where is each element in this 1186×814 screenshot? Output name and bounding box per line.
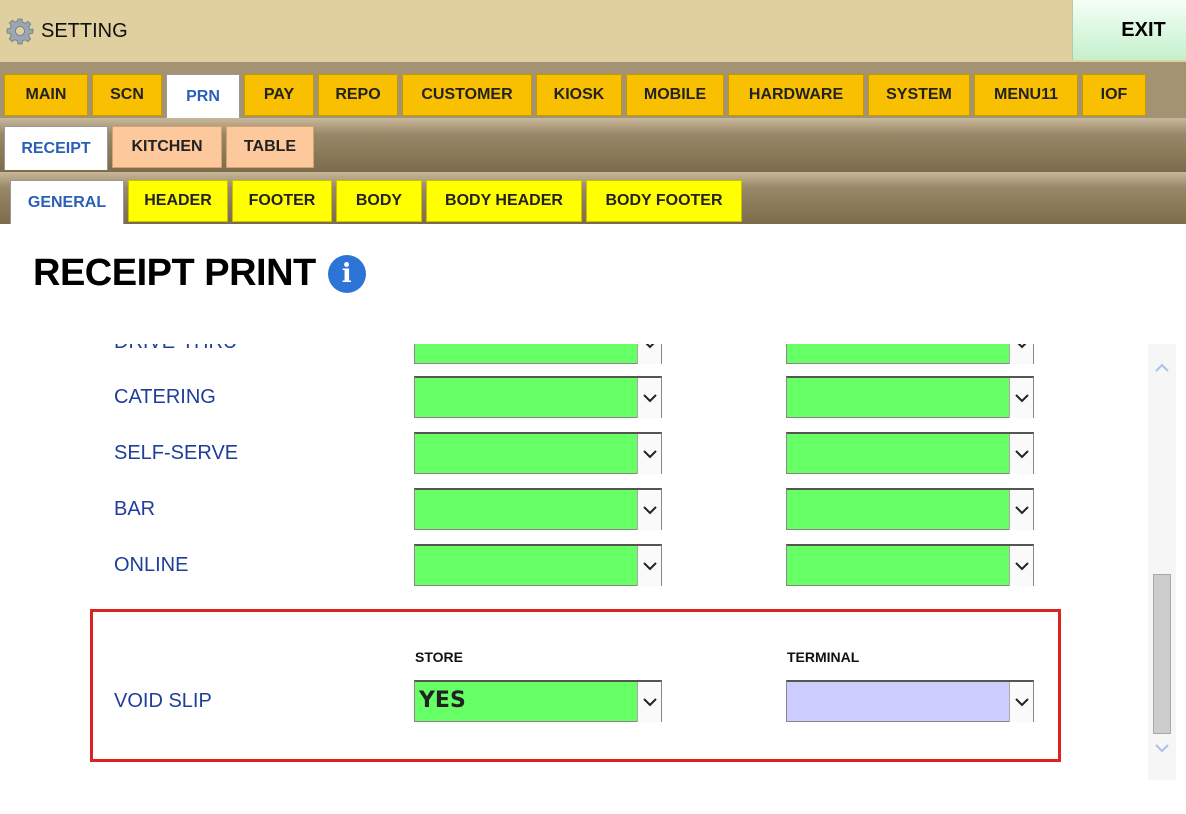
- info-icon[interactable]: i: [327, 254, 366, 293]
- row-label-catering: CATERING: [114, 386, 216, 408]
- page-heading: RECEIPT PRINT i: [33, 252, 366, 295]
- drive-thru-store-dropdown[interactable]: [414, 344, 662, 364]
- tab-customer[interactable]: CUSTOMER: [402, 74, 532, 116]
- exit-button[interactable]: EXIT: [1072, 0, 1186, 60]
- row-label-bar: BAR: [114, 498, 156, 520]
- section-tab-bar: GENERAL HEADER FOOTER BODY BODY HEADER B…: [0, 172, 1186, 224]
- terminal-column-header: TERMINAL: [787, 649, 860, 665]
- row-label-drive-thru: DRIVE-THRU: [114, 344, 237, 354]
- void-slip-store-dropdown[interactable]: YES: [414, 680, 662, 722]
- tab-table[interactable]: TABLE: [226, 126, 314, 168]
- chevron-down-icon[interactable]: [1148, 738, 1176, 758]
- settings-list: DRIVE-THRU CATERING SELF-SERVE: [0, 344, 1140, 798]
- tab-body[interactable]: BODY: [336, 180, 422, 222]
- tab-mobile[interactable]: MOBILE: [626, 74, 724, 116]
- chevron-down-icon: [1009, 344, 1033, 364]
- tab-scn[interactable]: SCN: [92, 74, 162, 116]
- drive-thru-terminal-dropdown[interactable]: [786, 344, 1034, 364]
- void-slip-terminal-dropdown[interactable]: [786, 680, 1034, 722]
- chevron-down-icon: [637, 378, 661, 418]
- tab-system[interactable]: SYSTEM: [868, 74, 970, 116]
- tab-kiosk[interactable]: KIOSK: [536, 74, 622, 116]
- tab-header[interactable]: HEADER: [128, 180, 228, 222]
- chevron-down-icon: [1009, 378, 1033, 418]
- tab-receipt[interactable]: RECEIPT: [4, 126, 108, 170]
- tab-repo[interactable]: REPO: [318, 74, 398, 116]
- sub-tab-bar: RECEIPT KITCHEN TABLE: [0, 118, 1186, 172]
- title-bar: SETTING EXIT: [0, 0, 1186, 62]
- chevron-down-icon: [1009, 546, 1033, 586]
- page-title: RECEIPT PRINT: [33, 252, 316, 294]
- chevron-down-icon: [1009, 434, 1033, 474]
- bar-store-dropdown[interactable]: [414, 488, 662, 530]
- bar-terminal-dropdown[interactable]: [786, 488, 1034, 530]
- chevron-down-icon: [637, 546, 661, 586]
- tab-footer[interactable]: FOOTER: [232, 180, 332, 222]
- tab-kitchen[interactable]: KITCHEN: [112, 126, 222, 168]
- catering-store-dropdown[interactable]: [414, 376, 662, 418]
- window-title: SETTING: [41, 19, 128, 42]
- chevron-down-icon: [1009, 682, 1033, 722]
- row-label-void-slip: VOID SLIP: [114, 690, 212, 712]
- content-area: RECEIPT PRINT i DRIVE-THRU CATERING SELF…: [0, 224, 1186, 814]
- catering-terminal-dropdown[interactable]: [786, 376, 1034, 418]
- main-tab-bar: MAIN SCN PRN PAY REPO CUSTOMER KIOSK MOB…: [0, 62, 1186, 118]
- self-serve-store-dropdown[interactable]: [414, 432, 662, 474]
- tab-prn[interactable]: PRN: [166, 74, 240, 118]
- tab-iof[interactable]: IOF: [1082, 74, 1146, 116]
- tab-body-footer[interactable]: BODY FOOTER: [586, 180, 742, 222]
- tab-main[interactable]: MAIN: [4, 74, 88, 116]
- store-column-header: STORE: [415, 649, 463, 665]
- tab-body-header[interactable]: BODY HEADER: [426, 180, 582, 222]
- chevron-down-icon: [637, 434, 661, 474]
- online-store-dropdown[interactable]: [414, 544, 662, 586]
- chevron-down-icon: [637, 490, 661, 530]
- chevron-down-icon: [1009, 490, 1033, 530]
- tab-general[interactable]: GENERAL: [10, 180, 124, 224]
- void-slip-store-value: YES: [419, 688, 466, 713]
- self-serve-terminal-dropdown[interactable]: [786, 432, 1034, 474]
- tab-menu11[interactable]: MENU11: [974, 74, 1078, 116]
- online-terminal-dropdown[interactable]: [786, 544, 1034, 586]
- scrollbar-thumb[interactable]: [1153, 574, 1171, 734]
- row-label-self-serve: SELF-SERVE: [114, 442, 239, 464]
- vertical-scrollbar[interactable]: [1148, 344, 1176, 780]
- gear-icon: [6, 18, 34, 45]
- chevron-up-icon[interactable]: [1148, 358, 1176, 378]
- app-title: SETTING: [6, 16, 128, 46]
- row-label-online: ONLINE: [114, 554, 189, 576]
- chevron-down-icon: [637, 682, 661, 722]
- tab-hardware[interactable]: HARDWARE: [728, 74, 864, 116]
- tab-pay[interactable]: PAY: [244, 74, 314, 116]
- chevron-down-icon: [637, 344, 661, 364]
